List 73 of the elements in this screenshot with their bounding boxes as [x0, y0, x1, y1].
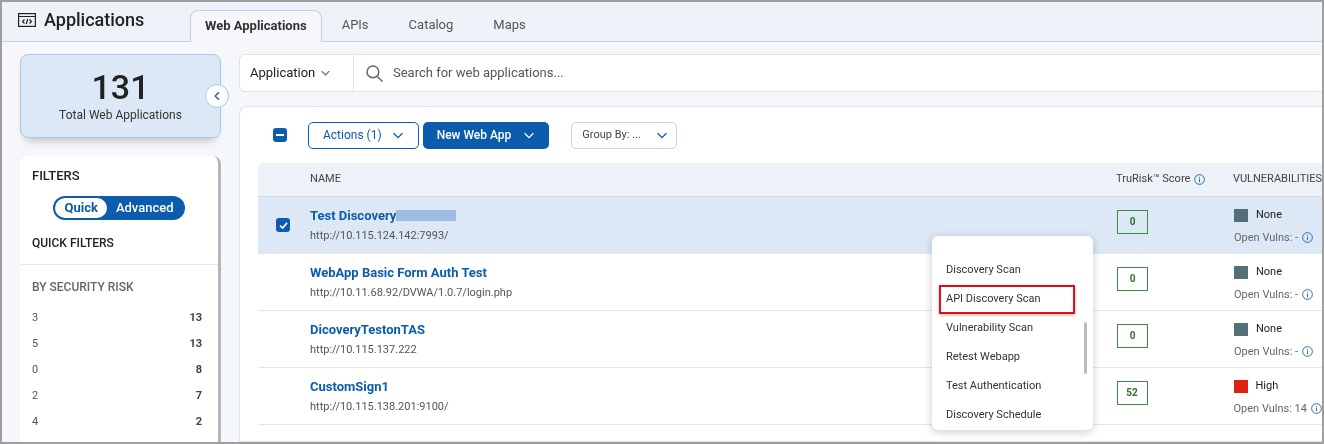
menu-scrollbar — [1084, 322, 1087, 374]
filter-option[interactable]: 3 — [32, 310, 39, 327]
application-url: http://10.115.124.142:7993/ — [310, 227, 449, 244]
row-checkbox[interactable] — [276, 218, 290, 232]
search-input[interactable]: Search for web applications... — [393, 63, 1322, 83]
severity-label: None — [1256, 264, 1283, 280]
trurisk-score: 0 — [1117, 209, 1148, 234]
column-header: VULNERABILITIES — [1232, 171, 1322, 188]
severity-label: None — [1256, 207, 1283, 223]
checkmark-icon — [278, 221, 288, 229]
application-count: 131 — [91, 68, 150, 106]
info-icon[interactable] — [1302, 289, 1314, 301]
menu-item[interactable]: API Discovery Scan — [939, 285, 1075, 314]
chevron-left-icon — [214, 91, 220, 101]
filter-mode-option[interactable]: Quick — [55, 197, 107, 218]
filter-option[interactable]: 2 — [32, 388, 39, 405]
filter-count: 13 — [189, 310, 202, 327]
chevron-down-icon — [523, 131, 536, 139]
severity-label: High — [1255, 378, 1279, 394]
info-icon[interactable] — [1194, 174, 1206, 185]
menu-item[interactable]: Vulnerability Scan — [939, 314, 1075, 343]
info-icon[interactable] — [1302, 346, 1314, 358]
code-window-icon — [18, 12, 36, 27]
column-header: TruRisk™ Score — [1116, 171, 1191, 188]
open-vulns-text: Open Vulns: - — [1234, 343, 1299, 360]
filter-count: 8 — [195, 362, 202, 379]
menu-item[interactable]: Test Authentication — [939, 372, 1075, 401]
open-vulns-text: Open Vulns: - — [1234, 229, 1299, 246]
filter-count: 2 — [195, 414, 202, 431]
actions-dropdown[interactable]: Actions (1) — [308, 121, 419, 149]
filter-option[interactable]: 5 — [32, 336, 39, 353]
severity-label: None — [1256, 321, 1283, 337]
filter-option[interactable]: 0 — [32, 362, 39, 379]
menu-item[interactable]: Discovery Scan — [939, 256, 1075, 285]
table-row[interactable]: Test Discovery http://10.115.124.142:7993/ 0 None Open Vulns: - — [258, 197, 1322, 254]
quick-filters-heading: QUICK FILTERS — [20, 233, 218, 265]
trurisk-score: 0 — [1117, 266, 1148, 291]
filters-heading: FILTERS — [31, 167, 81, 185]
tab[interactable]: Catalog — [388, 9, 474, 41]
new-web-app-button[interactable]: New Web App — [422, 121, 550, 149]
tab[interactable]: Web Applications — [190, 10, 322, 42]
search-field[interactable]: Search for web applications... — [354, 54, 1322, 92]
select-all-checkbox[interactable] — [273, 128, 287, 142]
page-title: Applications — [44, 8, 145, 32]
application-url: http://10.11.68.92/DVWA/1.0.7/login.php — [310, 284, 513, 301]
tab[interactable]: APIs — [321, 9, 389, 41]
application-url: http://10.115.138.201:9100/ — [309, 398, 449, 415]
application-name-link[interactable]: CustomSign1 — [309, 377, 389, 397]
count-label: Total Web Applications — [59, 107, 182, 124]
application-url: http://10.115.137.222 — [310, 341, 417, 358]
chevron-down-icon — [321, 70, 331, 76]
tab[interactable]: Maps — [473, 9, 546, 41]
column-header: NAME — [309, 171, 342, 188]
chevron-down-icon — [391, 131, 404, 139]
filter-group-heading: BY SECURITY RISK — [31, 278, 135, 296]
search-icon — [366, 64, 383, 82]
application-name-link[interactable]: DicoveryTestonTAS — [310, 320, 425, 340]
open-vulns-text: Open Vulns: - — [1234, 286, 1299, 303]
trurisk-score: 52 — [1116, 380, 1148, 405]
chevron-down-icon — [656, 131, 669, 139]
filter-option[interactable]: 4 — [32, 414, 39, 431]
info-icon[interactable] — [1302, 232, 1314, 244]
filter-count: 13 — [189, 336, 202, 353]
application-name-link[interactable]: WebApp Basic Form Auth Test — [310, 263, 487, 283]
open-vulns-text: Open Vulns: 14 — [1233, 400, 1307, 417]
filter-count: 7 — [195, 388, 202, 405]
collapse-button[interactable] — [205, 84, 229, 108]
trurisk-score: 0 — [1117, 323, 1148, 348]
filter-mode-option[interactable]: Advanced — [106, 197, 183, 218]
application-name-link[interactable]: Test Discovery — [310, 206, 397, 226]
group-by-dropdown[interactable]: Group By: ... — [571, 121, 678, 149]
scope-dropdown[interactable]: Application — [239, 54, 354, 92]
info-icon[interactable] — [1311, 403, 1322, 415]
